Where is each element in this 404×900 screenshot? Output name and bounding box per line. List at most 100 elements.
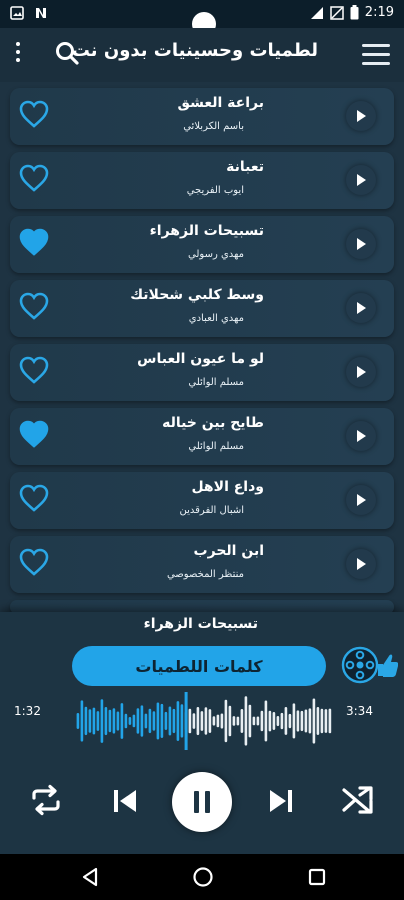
clock: 2:19: [364, 5, 394, 20]
waveform-bar: [276, 716, 280, 727]
waveform-seekbar[interactable]: [76, 692, 332, 750]
waveform-bar: [236, 716, 240, 726]
waveform-bar: [216, 714, 220, 728]
track-artist: باسم الكربلائي: [183, 121, 244, 132]
waveform-bar: [152, 711, 156, 731]
waveform-bar: [260, 710, 264, 732]
waveform-bar: [248, 704, 252, 738]
now-playing-title: تسبيحات الزهراء: [143, 616, 258, 632]
waveform-bar: [272, 712, 276, 730]
waveform-bar: [304, 709, 308, 733]
play-icon: [357, 174, 366, 186]
play-track-button[interactable]: [346, 549, 376, 579]
more-vertical-icon[interactable]: [14, 42, 22, 66]
waveform-bar: [124, 713, 128, 729]
heart-filled-icon[interactable]: [18, 226, 50, 258]
track-title: تعبانة: [226, 159, 264, 175]
pause-button[interactable]: [172, 772, 232, 832]
play-track-button[interactable]: [346, 421, 376, 451]
waveform-bar: [76, 713, 80, 729]
waveform-bar: [84, 706, 88, 736]
battery-icon: [350, 5, 359, 20]
heart-filled-icon[interactable]: [18, 418, 50, 450]
hamburger-menu-icon[interactable]: [362, 44, 390, 66]
track-title: وداع الاهل: [191, 479, 264, 495]
waveform-bar: [116, 711, 120, 731]
waveform-bar: [128, 717, 132, 725]
back-nav-icon[interactable]: [80, 866, 100, 888]
track-row[interactable]: لو ما عيون العباس مسلم الوائلي: [10, 344, 394, 401]
waveform-bar: [224, 699, 228, 743]
app-notification-icon: [36, 8, 46, 18]
film-reel-like-icon[interactable]: [338, 644, 398, 684]
shuffle-icon[interactable]: [340, 782, 376, 818]
play-track-button[interactable]: [346, 485, 376, 515]
waveform-bar: [144, 713, 148, 729]
track-title: لو ما عيون العباس: [137, 351, 264, 367]
pause-icon: [194, 791, 199, 813]
track-artist: اشبال الفرقدين: [179, 505, 245, 516]
heart-icon[interactable]: [18, 98, 50, 130]
elapsed-time: 1:32: [14, 704, 41, 718]
heart-icon[interactable]: [18, 482, 50, 514]
track-row[interactable]: براعة العشق باسم الكربلائي: [10, 88, 394, 145]
waveform-bar: [120, 703, 124, 739]
play-track-button[interactable]: [346, 293, 376, 323]
play-track-button[interactable]: [346, 229, 376, 259]
waveform-bar: [172, 708, 176, 734]
waveform-bar: [244, 696, 248, 746]
system-nav-bar: [0, 854, 404, 900]
track-list: براعة العشق باسم الكربلائي تعبانة ايوب ا…: [10, 88, 394, 614]
heart-icon[interactable]: [18, 290, 50, 322]
total-duration: 3:34: [346, 704, 373, 718]
waveform-bar: [88, 709, 92, 733]
playhead[interactable]: [184, 692, 188, 750]
track-row[interactable]: تسبيحات الزهراء مهدي رسولي: [10, 216, 394, 273]
waveform-bar: [300, 710, 304, 732]
play-track-button[interactable]: [346, 357, 376, 387]
waveform-bar: [180, 704, 184, 738]
waveform-bar: [188, 708, 192, 734]
heart-icon[interactable]: [18, 354, 50, 386]
waveform-bar: [208, 709, 212, 733]
track-title: تسبيحات الزهراء: [149, 223, 264, 239]
track-row[interactable]: وداع الاهل اشبال الفرقدين: [10, 472, 394, 529]
play-icon: [357, 302, 366, 314]
lyrics-button[interactable]: كلمات اللطميات: [72, 646, 326, 686]
play-track-button[interactable]: [346, 165, 376, 195]
waveform-bar: [324, 709, 328, 733]
waveform-bar: [156, 702, 160, 740]
waveform-bar: [80, 700, 84, 742]
waveform-bar: [220, 713, 224, 729]
next-icon[interactable]: [266, 786, 296, 816]
play-icon: [357, 558, 366, 570]
track-row[interactable]: تعبانة ايوب الفريجي: [10, 152, 394, 209]
waveform-bar: [256, 716, 260, 726]
track-row[interactable]: طايح بين خياله مسلم الوائلي: [10, 408, 394, 465]
play-icon: [357, 494, 366, 506]
search-icon[interactable]: [54, 40, 80, 66]
waveform-bar: [280, 712, 284, 730]
recents-nav-icon[interactable]: [307, 866, 327, 888]
waveform-bar: [308, 708, 312, 734]
waveform-bar: [204, 707, 208, 735]
waveform-bar: [292, 703, 296, 739]
waveform-bar: [192, 713, 196, 729]
home-nav-icon[interactable]: [192, 866, 214, 888]
waveform-bar: [176, 701, 180, 741]
heart-icon[interactable]: [18, 162, 50, 194]
play-icon: [357, 366, 366, 378]
track-artist: مهدي رسولي: [188, 249, 244, 260]
heart-icon[interactable]: [18, 546, 50, 578]
track-row[interactable]: وسط كلبي شحلاتك مهدي العبادي: [10, 280, 394, 337]
waveform-bar: [164, 711, 168, 730]
play-icon: [357, 238, 366, 250]
signal-icon: [310, 6, 323, 19]
repeat-icon[interactable]: [28, 782, 64, 818]
waveform-bar: [132, 714, 136, 728]
track-row[interactable]: ابن الحرب منتظر المخصوصي: [10, 536, 394, 593]
play-icon: [357, 110, 366, 122]
previous-icon[interactable]: [110, 786, 140, 816]
track-title: وسط كلبي شحلاتك: [130, 287, 264, 303]
play-track-button[interactable]: [346, 101, 376, 131]
